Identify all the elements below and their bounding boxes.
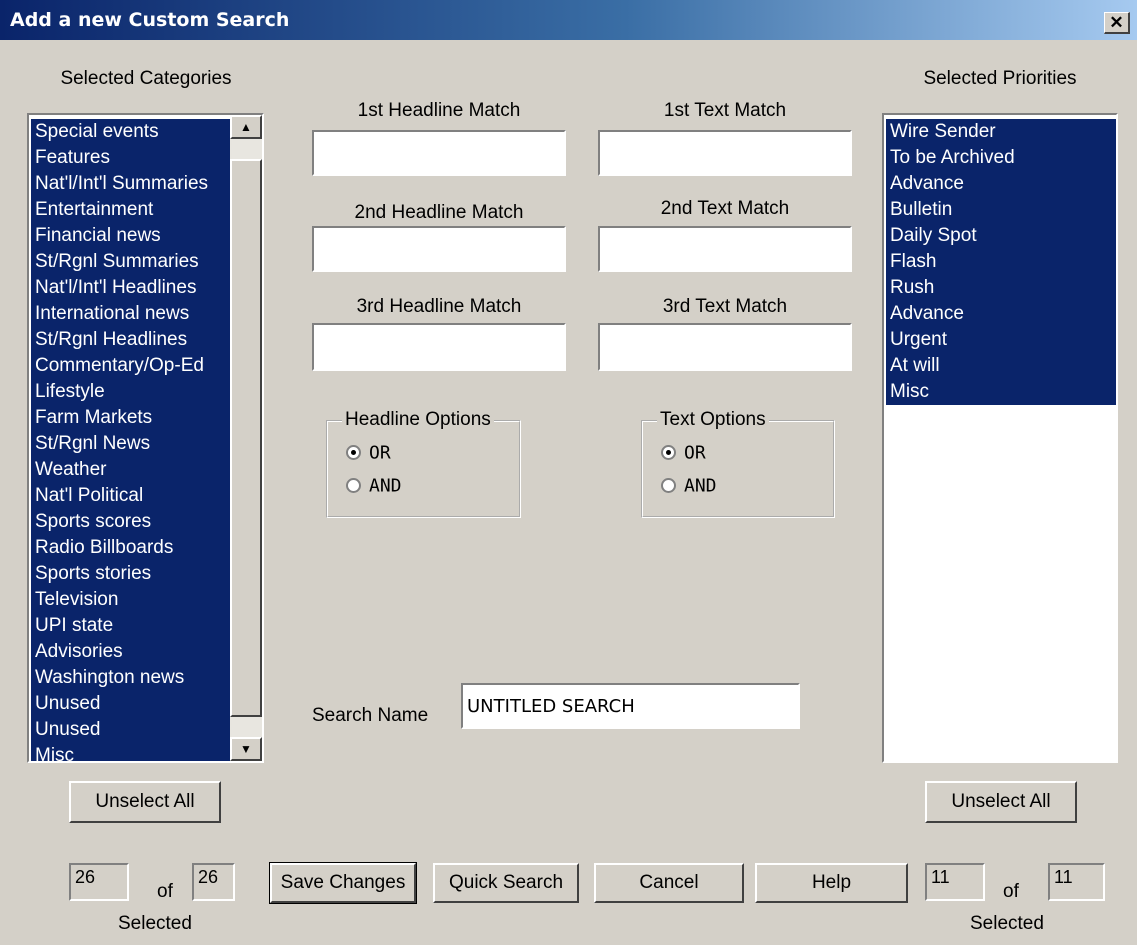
headline2-input[interactable] <box>312 226 566 272</box>
scroll-thumb[interactable] <box>230 159 262 717</box>
arrow-down-icon: ▼ <box>240 742 252 756</box>
list-item[interactable]: International news <box>31 301 230 327</box>
quick-search-button[interactable]: Quick Search <box>433 863 579 903</box>
headline1-label: 1st Headline Match <box>357 100 521 121</box>
list-item[interactable]: Lifestyle <box>31 379 230 405</box>
help-button[interactable]: Help <box>755 863 908 903</box>
categories-total-count: 26 <box>192 863 235 901</box>
list-item[interactable]: Rush <box>886 275 1116 301</box>
text1-input[interactable] <box>598 130 852 176</box>
text-or-label: OR <box>684 442 706 464</box>
list-item[interactable]: Television <box>31 587 230 613</box>
headline3-label: 3rd Headline Match <box>356 296 522 317</box>
text3-input[interactable] <box>598 323 852 371</box>
search-name-label: Search Name <box>312 705 429 726</box>
text1-label: 1st Text Match <box>663 100 787 121</box>
list-item[interactable]: Urgent <box>886 327 1116 353</box>
text3-label: 3rd Text Match <box>662 296 788 317</box>
list-item[interactable]: At will <box>886 353 1116 379</box>
list-item[interactable]: Misc <box>886 379 1116 405</box>
list-item[interactable]: Advance <box>886 301 1116 327</box>
list-item[interactable]: Entertainment <box>31 197 230 223</box>
categories-of-label: of <box>157 881 173 902</box>
window-title: Add a new Custom Search <box>10 9 290 31</box>
list-item[interactable]: Weather <box>31 457 230 483</box>
headline-and-label: AND <box>369 475 402 497</box>
list-item[interactable]: Nat'l/Int'l Summaries <box>31 171 230 197</box>
categories-selected-count: 26 <box>69 863 129 901</box>
list-item[interactable]: Nat'l Political <box>31 483 230 509</box>
arrow-up-icon: ▲ <box>240 120 252 134</box>
headline-options-group: Headline Options OR AND <box>326 409 521 518</box>
radio-icon <box>346 445 361 461</box>
list-item[interactable]: Flash <box>886 249 1116 275</box>
priorities-selected-label: Selected <box>970 913 1044 934</box>
scroll-track-bottom[interactable] <box>230 717 262 737</box>
list-item[interactable]: To be Archived <box>886 145 1116 171</box>
categories-selected-label: Selected <box>118 913 192 934</box>
text-options-legend: Text Options <box>657 409 769 431</box>
headline1-input[interactable] <box>312 130 566 176</box>
list-item[interactable]: Sports scores <box>31 509 230 535</box>
categories-list: Special events Features Nat'l/Int'l Summar… <box>31 119 230 761</box>
list-item[interactable]: Nat'l/Int'l Headlines <box>31 275 230 301</box>
unselect-all-priorities-button[interactable]: Unselect All <box>925 781 1077 823</box>
categories-scrollbar[interactable]: ▲ ▼ <box>230 115 262 761</box>
list-item[interactable]: Features <box>31 145 230 171</box>
list-item[interactable]: Wire Sender <box>886 119 1116 145</box>
priorities-listbox[interactable]: Wire Sender To be Archived Advance Bulletin… <box>882 113 1118 763</box>
list-item[interactable]: Farm Markets <box>31 405 230 431</box>
text-or-radio[interactable]: OR <box>661 442 706 464</box>
categories-heading: Selected Categories <box>60 68 232 89</box>
text2-input[interactable] <box>598 226 852 272</box>
list-item[interactable]: Special events <box>31 119 230 145</box>
categories-listbox[interactable]: Special events Features Nat'l/Int'l Summar… <box>27 113 264 763</box>
text-and-radio[interactable]: AND <box>661 475 717 497</box>
list-item[interactable]: Unused <box>31 691 230 717</box>
text-and-label: AND <box>684 475 717 497</box>
headline3-input[interactable] <box>312 323 566 371</box>
list-item[interactable]: Advisories <box>31 639 230 665</box>
radio-icon <box>346 478 361 494</box>
list-item[interactable]: St/Rgnl Headlines <box>31 327 230 353</box>
list-item[interactable]: Bulletin <box>886 197 1116 223</box>
headline-options-legend: Headline Options <box>342 409 494 431</box>
headline-or-label: OR <box>369 442 391 464</box>
unselect-all-categories-button[interactable]: Unselect All <box>69 781 221 823</box>
text2-label: 2nd Text Match <box>660 198 790 219</box>
headline-and-radio[interactable]: AND <box>346 475 402 497</box>
list-item[interactable]: Commentary/Op-Ed <box>31 353 230 379</box>
priorities-total-count: 11 <box>1048 863 1105 901</box>
save-changes-button[interactable]: Save Changes <box>269 862 417 904</box>
scroll-down-button[interactable]: ▼ <box>230 737 262 761</box>
list-item[interactable]: Daily Spot <box>886 223 1116 249</box>
headline-or-radio[interactable]: OR <box>346 442 391 464</box>
text-options-group: Text Options OR AND <box>641 409 835 518</box>
list-item[interactable]: UPI state <box>31 613 230 639</box>
priorities-of-label: of <box>1003 881 1019 902</box>
headline2-label: 2nd Headline Match <box>354 202 524 223</box>
radio-icon <box>661 445 676 461</box>
list-item[interactable]: Sports stories <box>31 561 230 587</box>
close-button[interactable]: ✕ <box>1104 12 1130 34</box>
cancel-button[interactable]: Cancel <box>594 863 744 903</box>
scroll-up-button[interactable]: ▲ <box>230 115 262 139</box>
close-icon: ✕ <box>1109 13 1124 32</box>
radio-icon <box>661 478 676 494</box>
priorities-heading: Selected Priorities <box>923 68 1077 89</box>
priorities-selected-count: 11 <box>925 863 985 901</box>
list-item[interactable]: Advance <box>886 171 1116 197</box>
list-item[interactable]: Misc <box>31 743 230 761</box>
list-item[interactable]: Financial news <box>31 223 230 249</box>
scroll-track-top[interactable] <box>230 139 262 159</box>
list-item[interactable]: Washington news <box>31 665 230 691</box>
list-item[interactable]: Unused <box>31 717 230 743</box>
search-name-input[interactable] <box>461 683 800 729</box>
priorities-list: Wire Sender To be Archived Advance Bulletin… <box>886 119 1116 405</box>
list-item[interactable]: Radio Billboards <box>31 535 230 561</box>
list-item[interactable]: St/Rgnl News <box>31 431 230 457</box>
list-item[interactable]: St/Rgnl Summaries <box>31 249 230 275</box>
